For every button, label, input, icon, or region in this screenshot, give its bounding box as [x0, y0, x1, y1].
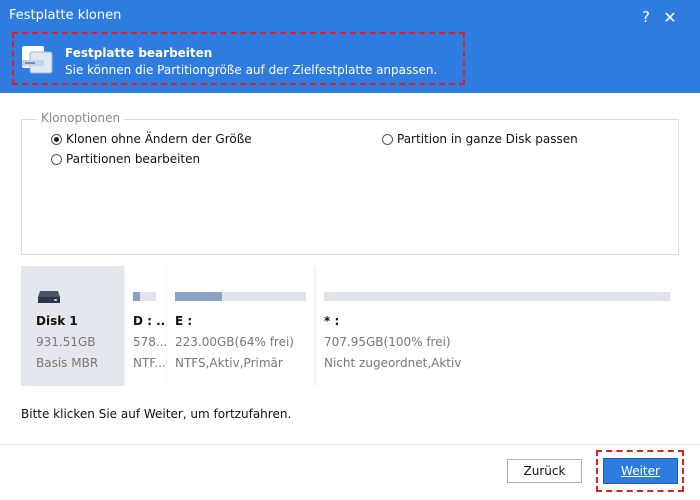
- partition-usage-bar: [175, 292, 306, 301]
- partition-label: E :: [175, 314, 193, 328]
- partition-usage-bar: [133, 292, 156, 301]
- partition-size: 707.95GB(100% frei): [324, 335, 451, 349]
- back-button[interactable]: Zurück: [507, 459, 582, 483]
- window-title: Festplatte klonen: [9, 8, 122, 23]
- disk-info-cell[interactable]: Disk 1 931.51GB Basis MBR: [21, 266, 124, 386]
- next-button-label: Weiter: [621, 464, 660, 478]
- disk-name: Disk 1: [36, 314, 78, 328]
- clone-options-legend: Klonoptionen: [37, 111, 125, 125]
- partition-label: D : ...: [133, 314, 166, 328]
- radio-label: Klonen ohne Ändern der Größe: [66, 132, 252, 146]
- partition-filesystem: NTF...: [133, 356, 166, 370]
- disk-map: Disk 1 931.51GB Basis MBR D : ... 578...…: [21, 266, 679, 386]
- partition-label: * :: [324, 314, 340, 328]
- disk-type: Basis MBR: [36, 356, 99, 370]
- hard-drive-icon: [38, 291, 60, 303]
- radio-label: Partition in ganze Disk passen: [397, 132, 578, 146]
- disk-size: 931.51GB: [36, 335, 96, 349]
- radio-unselected-icon: [382, 133, 393, 145]
- close-icon: ✕: [663, 7, 677, 27]
- partition-unallocated[interactable]: * : 707.95GB(100% frei) Nicht zugeordnet…: [316, 266, 679, 386]
- radio-selected-icon: [51, 133, 62, 145]
- radio-clone-without-resize[interactable]: Klonen ohne Ändern der Größe: [51, 132, 252, 146]
- partition-filesystem: NTFS,Aktiv,Primär: [175, 356, 283, 370]
- partition-size: 223.00GB(64% frei): [175, 335, 294, 349]
- close-button[interactable]: ✕: [656, 5, 684, 29]
- partition-e[interactable]: E : 223.00GB(64% frei) NTFS,Aktiv,Primär: [167, 266, 314, 386]
- step-heading: Festplatte bearbeiten: [65, 46, 213, 60]
- radio-fit-whole-disk[interactable]: Partition in ganze Disk passen: [382, 132, 578, 146]
- partition-d[interactable]: D : ... 578... NTF...: [125, 266, 166, 386]
- help-icon: ?: [642, 8, 650, 26]
- radio-edit-partitions[interactable]: Partitionen bearbeiten: [51, 152, 200, 166]
- dialog-header: Festplatte klonen ? ✕ Festplatte bearbei…: [0, 0, 700, 93]
- partition-usage-fill: [133, 292, 140, 301]
- footer-divider: [0, 444, 700, 445]
- next-button[interactable]: Weiter: [603, 458, 678, 484]
- partition-filesystem: Nicht zugeordnet,Aktiv: [324, 356, 462, 370]
- disk-edit-icon: [22, 46, 53, 74]
- clone-disk-dialog: Festplatte klonen ? ✕ Festplatte bearbei…: [0, 0, 700, 500]
- partition-usage-fill: [175, 292, 223, 301]
- partition-usage-bar: [324, 292, 670, 301]
- step-description: Sie können die Partitiongröße auf der Zi…: [65, 63, 438, 77]
- radio-unselected-icon: [51, 153, 62, 165]
- instruction-text: Bitte klicken Sie auf Weiter, um fortzuf…: [21, 407, 292, 421]
- partition-size: 578...: [133, 335, 166, 349]
- radio-label: Partitionen bearbeiten: [66, 152, 201, 166]
